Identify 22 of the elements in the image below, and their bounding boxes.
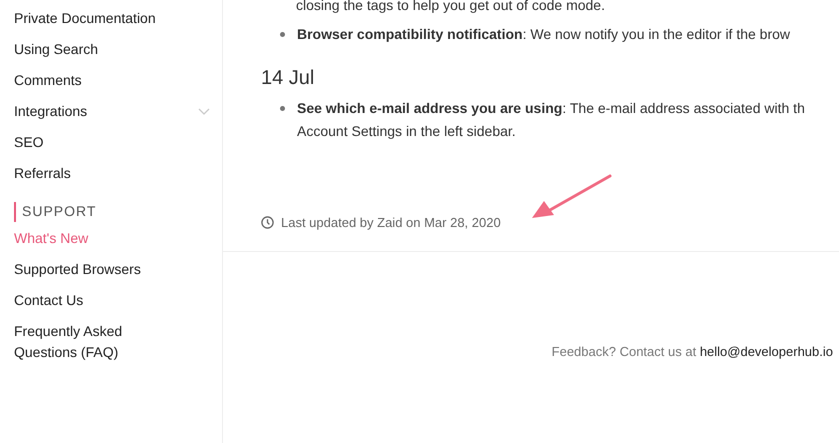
paragraph: closing the tags to help you get out of code mode. <box>295 0 606 15</box>
bullet-icon <box>280 106 285 111</box>
date-heading: 14 Jul <box>261 66 316 91</box>
email-link[interactable]: hello@developerhub.io <box>700 344 833 358</box>
clock-icon <box>261 216 274 230</box>
section-heading: SUPPORT <box>22 202 96 221</box>
list-item: See which e-mail address you are using: The e-mail address associated with th Account Settings in the left sidebar. <box>297 99 805 141</box>
section-marker <box>14 202 16 222</box>
sidebar-link[interactable]: Frequently Asked Questions (FAQ) <box>14 316 164 368</box>
sidebar-link[interactable]: Referrals <box>14 158 71 189</box>
sidebar-link[interactable]: Integrations <box>14 96 88 127</box>
list-item: Browser compatibility notification: We now notify you in the editor if the brow <box>297 25 790 44</box>
sidebar-link[interactable]: Private Documentation <box>14 3 156 34</box>
chevron-down-icon[interactable] <box>198 108 210 116</box>
sidebar-link[interactable]: Contact Us <box>14 285 84 316</box>
last-updated-text: Last updated by Zaid on Mar 28, 2020 <box>281 214 501 232</box>
feedback-text: Feedback? Contact us at hello@developerhub.io <box>550 342 834 361</box>
sidebar-link[interactable]: Using Search <box>14 34 98 65</box>
sidebar-link[interactable]: SEO <box>14 127 44 158</box>
sidebar-link[interactable]: Comments <box>14 65 82 96</box>
sidebar-link[interactable]: Supported Browsers <box>14 254 141 285</box>
bullet-icon <box>280 32 285 37</box>
